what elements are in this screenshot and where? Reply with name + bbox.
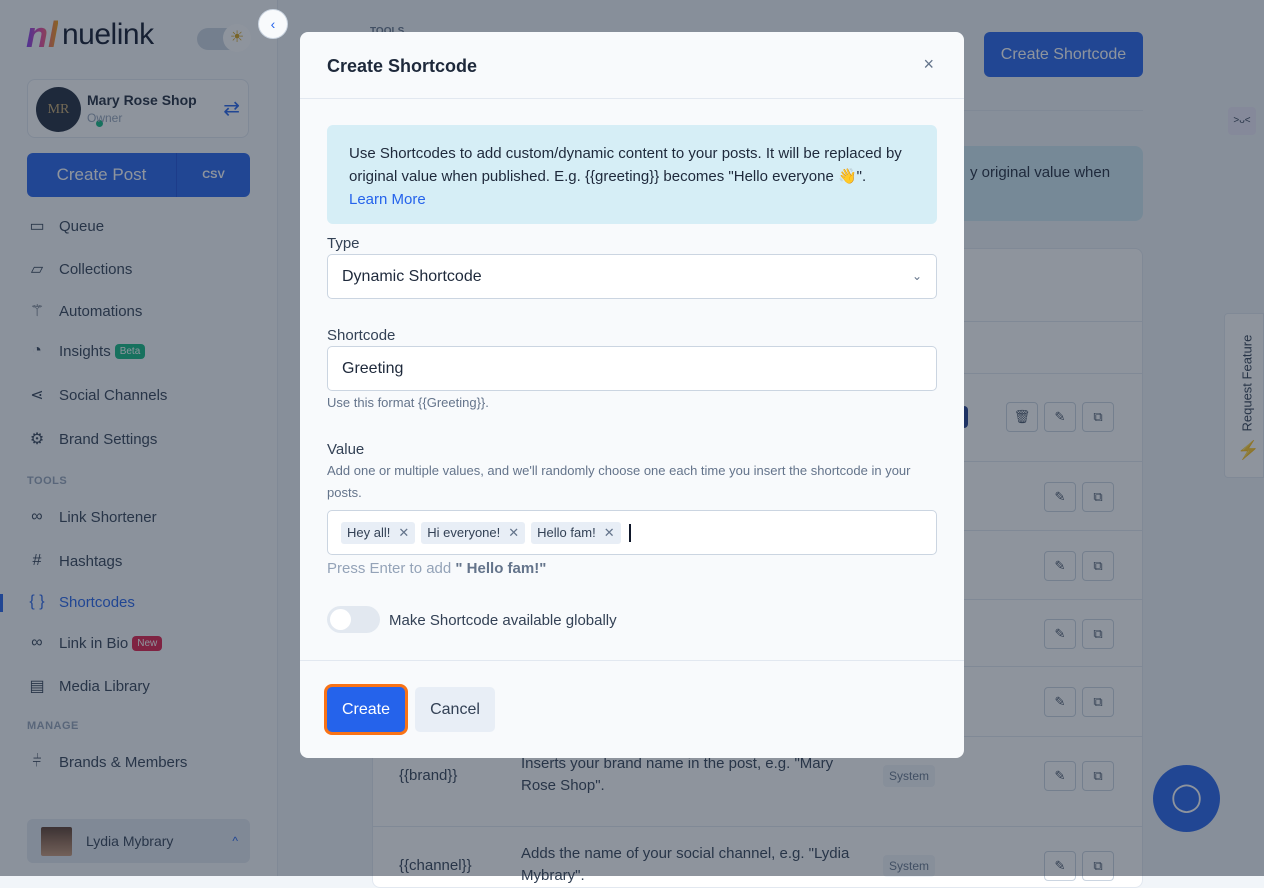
shortcode-input[interactable]: Greeting	[327, 346, 937, 391]
create-shortcode-modal: Create Shortcode × Use Shortcodes to add …	[300, 32, 964, 758]
close-icon[interactable]: ×	[923, 54, 934, 75]
remove-tag-icon[interactable]: ✕	[508, 522, 519, 544]
collapse-sidebar-button[interactable]: ‹	[258, 9, 288, 39]
value-tag: Hey all! ✕	[341, 521, 416, 544]
value-label: Value	[327, 441, 365, 458]
shortcode-label: Shortcode	[327, 327, 396, 344]
value-tags-input[interactable]: Hey all! ✕ Hi everyone! ✕ Hello fam! ✕	[327, 510, 937, 555]
cancel-button[interactable]: Cancel	[415, 687, 495, 732]
text-cursor	[628, 523, 631, 542]
value-help: Add one or multiple values, and we'll ra…	[327, 463, 911, 500]
remove-tag-icon[interactable]: ✕	[604, 522, 615, 544]
global-toggle[interactable]	[327, 606, 380, 633]
type-select[interactable]: Dynamic Shortcode ⌄	[327, 254, 937, 299]
create-button[interactable]: Create	[327, 687, 405, 732]
remove-tag-icon[interactable]: ✕	[398, 522, 409, 544]
info-box: Use Shortcodes to add custom/dynamic con…	[327, 125, 937, 224]
global-toggle-label: Make Shortcode available globally	[389, 612, 617, 629]
shortcode-help: Use this format {{Greeting}}.	[327, 395, 489, 410]
modal-title: Create Shortcode	[327, 56, 478, 76]
modal-footer-divider	[300, 660, 964, 661]
type-label: Type	[327, 235, 360, 252]
chevron-down-icon: ⌄	[911, 269, 922, 283]
learn-more-link[interactable]: Learn More	[349, 188, 915, 211]
press-enter-hint: Press Enter to add " Hello fam!"	[327, 560, 547, 577]
value-tag: Hello fam! ✕	[531, 521, 621, 544]
value-tag: Hi everyone! ✕	[421, 521, 526, 544]
